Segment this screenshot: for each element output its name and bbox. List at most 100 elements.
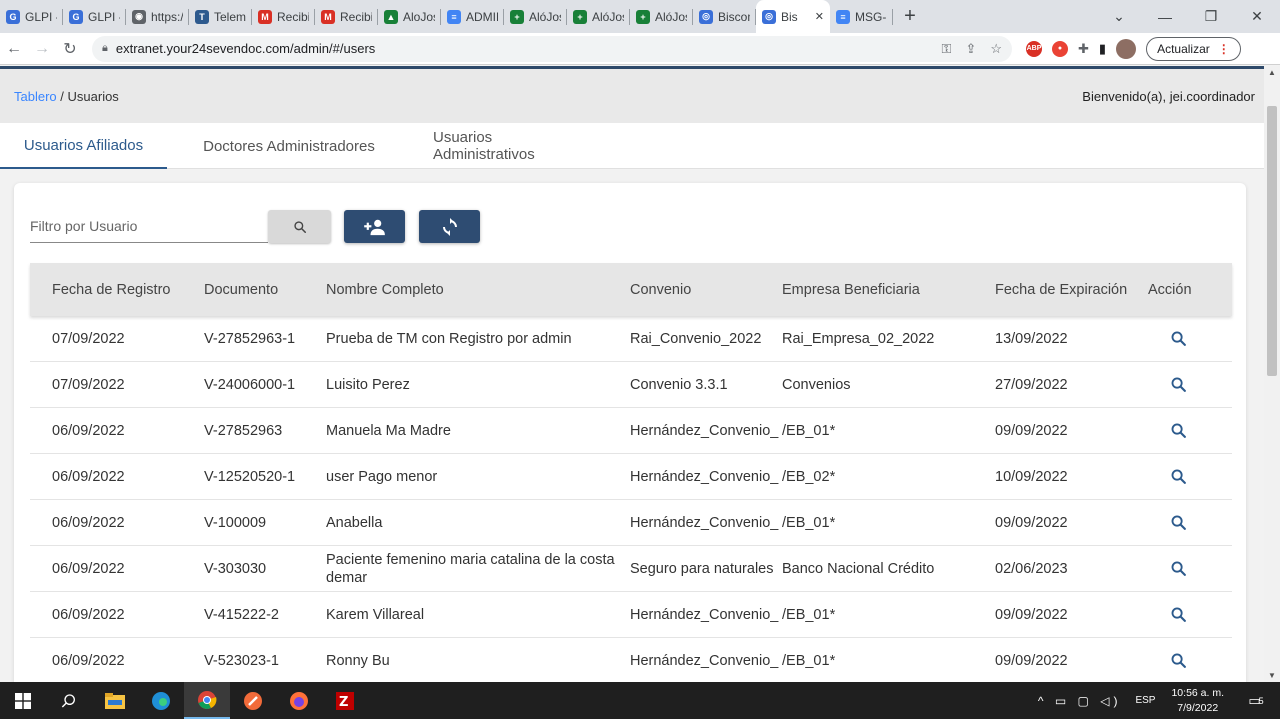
cell-documento: V-24006000-1: [204, 376, 296, 393]
close-tab-icon[interactable]: ✕: [815, 10, 824, 23]
cell-empresa: Banco Nacional Crédito: [782, 560, 935, 577]
new-tab-button[interactable]: +: [893, 0, 927, 33]
view-user-button[interactable]: [1170, 376, 1187, 393]
language-indicator[interactable]: ESP: [1135, 695, 1155, 706]
tab-search-icon[interactable]: ⌄: [1096, 8, 1142, 25]
refresh-button[interactable]: [419, 210, 480, 243]
add-user-button[interactable]: [344, 210, 405, 243]
windows-start-icon[interactable]: [0, 682, 46, 719]
tab-title: AlóJos: [529, 9, 561, 24]
tab-favicon-icon: +: [636, 9, 650, 24]
browser-tab[interactable]: ≡ ADMIN: [441, 0, 504, 33]
browser-tab[interactable]: G GLPI -: [0, 0, 63, 33]
browser-tab[interactable]: + AlóJos: [567, 0, 630, 33]
key-icon[interactable]: ⚿: [942, 41, 952, 57]
scroll-down-icon[interactable]: ▼: [1268, 671, 1276, 680]
view-user-button[interactable]: [1170, 330, 1187, 347]
tab-favicon-icon: +: [510, 9, 524, 24]
search-button[interactable]: [268, 210, 331, 243]
cell-convenio: Seguro para naturales: [630, 560, 774, 577]
browser-tab[interactable]: T Teleme: [189, 0, 252, 33]
cell-documento: V-415222-2: [204, 606, 279, 623]
breadcrumb-home-link[interactable]: Tablero: [14, 89, 57, 104]
page-scrollbar[interactable]: ▲ ▼: [1264, 66, 1280, 682]
search-icon: [1171, 607, 1186, 622]
browser-tab[interactable]: M Recibid: [252, 0, 315, 33]
forward-icon[interactable]: →: [28, 40, 56, 58]
tab-favicon-icon: M: [321, 9, 335, 24]
browser-tab[interactable]: ≡ MSG-N: [830, 0, 893, 33]
search-icon: [1171, 423, 1186, 438]
tab-usuarios-administrativos[interactable]: Usuarios Administrativos: [411, 123, 591, 169]
column-header-fecha-registro[interactable]: Fecha de Registro: [30, 282, 204, 298]
notification-count: 5: [1258, 695, 1264, 706]
chrome-icon[interactable]: [184, 682, 230, 719]
view-user-button[interactable]: [1170, 652, 1187, 669]
clock[interactable]: 10:56 a. m. 7/9/2022: [1171, 686, 1224, 716]
browser-tab[interactable]: + AlóJos: [630, 0, 693, 33]
column-header-empresa[interactable]: Empresa Beneficiaria: [782, 282, 995, 298]
browser-tab[interactable]: ◉ https:/: [126, 0, 189, 33]
users-table: Fecha de Registro Documento Nombre Compl…: [30, 263, 1232, 682]
reload-icon[interactable]: ↻: [56, 39, 84, 59]
cell-empresa: Convenios: [782, 376, 851, 393]
view-user-button[interactable]: [1170, 560, 1187, 577]
cell-nombre: Karem Villareal: [326, 606, 425, 623]
view-user-button[interactable]: [1170, 514, 1187, 531]
file-explorer-icon[interactable]: [92, 682, 138, 719]
browser-tab[interactable]: ▲ AloJos: [378, 0, 441, 33]
view-user-button[interactable]: [1170, 606, 1187, 623]
cell-convenio: Hernández_Convenio_: [630, 422, 779, 439]
back-icon[interactable]: ←: [0, 40, 28, 58]
star-icon[interactable]: ☆: [990, 41, 1002, 57]
profile-avatar[interactable]: [1116, 38, 1137, 59]
filezilla-icon[interactable]: Z: [322, 682, 368, 719]
cell-convenio: Rai_Convenio_2022: [630, 330, 762, 347]
browser-tab[interactable]: + AlóJos: [504, 0, 567, 33]
restore-icon[interactable]: ❐: [1188, 8, 1234, 25]
edge-icon[interactable]: [138, 682, 184, 719]
side-panel-icon[interactable]: ▮: [1099, 41, 1106, 57]
update-button[interactable]: Actualizar ⋮: [1146, 36, 1241, 61]
cell-nombre: user Pago menor: [326, 468, 438, 485]
browser-tab[interactable]: G GLPI -: [63, 0, 126, 33]
tab-usuarios-afiliados[interactable]: Usuarios Afiliados: [0, 123, 167, 169]
cell-nombre: Ronny Bu: [326, 652, 390, 669]
column-header-expiracion[interactable]: Fecha de Expiración: [995, 282, 1148, 298]
adblock-extension-icon[interactable]: ABP: [1026, 40, 1042, 57]
tab-doctores-administradores[interactable]: Doctores Administradores: [167, 123, 411, 169]
tab-title: Teleme: [214, 9, 246, 24]
postman-icon[interactable]: [230, 682, 276, 719]
cell-expiracion: 10/09/2022: [995, 468, 1068, 485]
cell-fecha: 06/09/2022: [52, 468, 125, 485]
cell-fecha: 07/09/2022: [52, 330, 125, 347]
notifications-button[interactable]: ▭ 5: [1242, 690, 1270, 712]
table-row: 07/09/2022 V-24006000-1 Luisito Perez Conve…: [30, 362, 1232, 408]
address-bar[interactable]: 🔒︎ extranet.your24sevendoc.com/admin/#/u…: [92, 35, 1012, 62]
search-taskbar-icon[interactable]: [46, 682, 92, 719]
breadcrumb-current: Usuarios: [67, 88, 119, 104]
browser-tab-active[interactable]: ◎ Bis ✕: [756, 0, 830, 33]
close-window-icon[interactable]: ✕: [1234, 8, 1280, 25]
minimize-icon[interactable]: —: [1142, 9, 1188, 25]
column-header-nombre[interactable]: Nombre Completo: [326, 281, 630, 299]
share-icon[interactable]: ⇪: [965, 41, 976, 57]
view-user-button[interactable]: [1170, 468, 1187, 485]
puzzle-icon[interactable]: ✚: [1078, 41, 1089, 57]
cell-accion: [1148, 606, 1232, 623]
scrollbar-thumb[interactable]: [1267, 106, 1277, 376]
url-text[interactable]: extranet.your24sevendoc.com/admin/#/user…: [116, 41, 942, 56]
view-user-button[interactable]: [1170, 422, 1187, 439]
user-filter-input[interactable]: [30, 209, 268, 243]
browser-tab[interactable]: M Recibid: [315, 0, 378, 33]
firefox-icon[interactable]: [276, 682, 322, 719]
cell-fecha: 06/09/2022: [52, 422, 125, 439]
table-row: 07/09/2022 V-27852963-1 Prueba de TM con R…: [30, 316, 1232, 362]
column-header-convenio[interactable]: Convenio: [630, 282, 782, 298]
extension-icon[interactable]: ●: [1052, 40, 1068, 57]
browser-tab[interactable]: ◎ Biscom: [693, 0, 756, 33]
column-header-documento[interactable]: Documento: [204, 282, 326, 298]
tray-icons[interactable]: ^ ▭ ▢ ◁): [1038, 694, 1122, 708]
tab-favicon-icon: G: [6, 9, 20, 24]
scroll-up-icon[interactable]: ▲: [1268, 68, 1276, 77]
